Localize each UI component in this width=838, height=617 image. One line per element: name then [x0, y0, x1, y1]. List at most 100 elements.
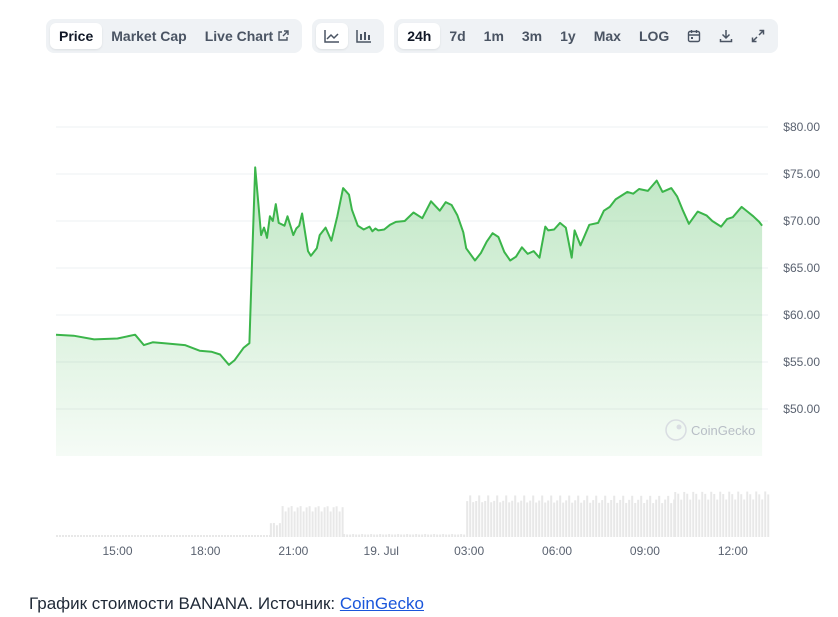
y-tick-label: $60.00	[783, 308, 820, 322]
volume-bar	[403, 534, 406, 537]
volume-bar	[212, 535, 214, 537]
volume-bar	[466, 501, 469, 537]
range-1m-label: 1m	[483, 28, 504, 44]
volume-bar	[451, 534, 454, 537]
volume-bar	[698, 499, 701, 537]
volume-bar	[502, 500, 505, 537]
volume-bar	[323, 507, 326, 537]
volume-bar	[146, 535, 148, 537]
volume-bar	[131, 535, 133, 537]
volume-bar	[260, 535, 262, 537]
volume-bar	[251, 535, 253, 537]
volume-bar	[493, 500, 496, 537]
volume-bar	[695, 493, 698, 537]
volume-bar	[484, 500, 487, 537]
volume-bar	[728, 491, 731, 537]
range-24h[interactable]: 24h	[398, 23, 441, 49]
volume-bar	[677, 493, 680, 537]
volume-bar	[338, 511, 341, 537]
volume-bar	[628, 499, 631, 537]
volume-bar	[110, 535, 112, 537]
range-1y[interactable]: 1y	[551, 23, 585, 49]
volume-bar	[583, 500, 586, 537]
volume-bar	[664, 499, 667, 537]
tab-price[interactable]: Price	[50, 23, 103, 49]
log-scale-label: LOG	[638, 28, 670, 44]
tab-market-cap[interactable]: Market Cap	[102, 23, 195, 49]
volume-bar	[526, 502, 529, 537]
volume-bar	[631, 495, 634, 537]
volume-bar	[713, 493, 716, 537]
volume-bar	[616, 502, 619, 537]
range-1y-label: 1y	[560, 28, 576, 44]
volume-bar	[128, 535, 130, 537]
source-link[interactable]: CoinGecko	[340, 594, 424, 613]
volume-bar	[637, 499, 640, 537]
volume-bar	[92, 535, 94, 537]
volume-bar	[755, 491, 758, 537]
download-button[interactable]	[710, 23, 742, 49]
y-tick-label: $65.00	[783, 261, 820, 275]
volume-bar	[89, 535, 91, 537]
volume-bar	[98, 535, 100, 537]
range-24h-label: 24h	[407, 28, 432, 44]
volume-bar	[571, 502, 574, 537]
volume-bar	[568, 495, 571, 537]
volume-bar	[692, 491, 695, 537]
line-chart-button[interactable]	[316, 23, 349, 49]
range-max-label: Max	[593, 28, 621, 44]
log-scale-toggle[interactable]: LOG	[630, 23, 678, 49]
volume-bar	[737, 491, 740, 537]
candlestick-chart-button[interactable]	[348, 23, 380, 49]
volume-bar	[421, 534, 424, 537]
volume-bar	[299, 506, 302, 537]
volume-bar	[215, 535, 217, 537]
range-max[interactable]: Max	[585, 23, 630, 49]
volume-bar	[284, 511, 287, 537]
line-chart-icon	[324, 30, 340, 43]
volume-bar	[559, 495, 562, 537]
volume-bar	[562, 502, 565, 537]
volume-bar	[439, 534, 442, 537]
volume-bar	[355, 534, 358, 537]
volume-bar	[764, 491, 767, 537]
chart-caption: График стоимости BANANA. Источник: CoinG…	[29, 594, 424, 614]
y-tick-label: $70.00	[783, 214, 820, 228]
volume-bar	[349, 534, 352, 537]
y-tick-label: $50.00	[783, 402, 820, 416]
volume-bar	[532, 495, 535, 537]
volume-bar	[731, 494, 734, 537]
volume-bar	[173, 535, 175, 537]
fullscreen-button[interactable]	[742, 23, 774, 49]
range-3m[interactable]: 3m	[513, 23, 551, 49]
volume-bar	[179, 535, 181, 537]
view-type-group	[312, 19, 385, 53]
volume-bar	[604, 495, 607, 537]
volume-bar	[107, 535, 109, 537]
tab-live-chart[interactable]: Live Chart	[196, 23, 298, 49]
volume-bar	[379, 534, 382, 537]
volume-bar	[460, 534, 463, 537]
volume-bar	[143, 535, 145, 537]
volume-bar	[257, 535, 259, 537]
x-axis-labels: 15:00 18:00 21:00 19. Jul 03:00 06:00 09:00 12:…	[103, 544, 749, 558]
volume-bar	[683, 491, 686, 537]
volume-bar	[376, 534, 379, 537]
volume-bar	[475, 501, 478, 537]
volume-bar	[409, 534, 412, 537]
volume-bar	[517, 502, 520, 537]
volume-bar	[281, 506, 284, 537]
volume-bar	[406, 534, 409, 537]
volume-bar	[358, 534, 361, 537]
volume-bar	[221, 535, 223, 537]
volume-bar	[469, 495, 472, 537]
range-1m[interactable]: 1m	[475, 23, 513, 49]
volume-bar	[674, 492, 677, 537]
range-7d[interactable]: 7d	[440, 23, 474, 49]
volume-bar	[176, 535, 178, 537]
volume-bar	[311, 511, 314, 537]
calendar-button[interactable]	[678, 23, 710, 49]
volume-bar	[71, 535, 73, 537]
volume-bar	[499, 502, 502, 537]
volume-bar	[239, 535, 241, 537]
